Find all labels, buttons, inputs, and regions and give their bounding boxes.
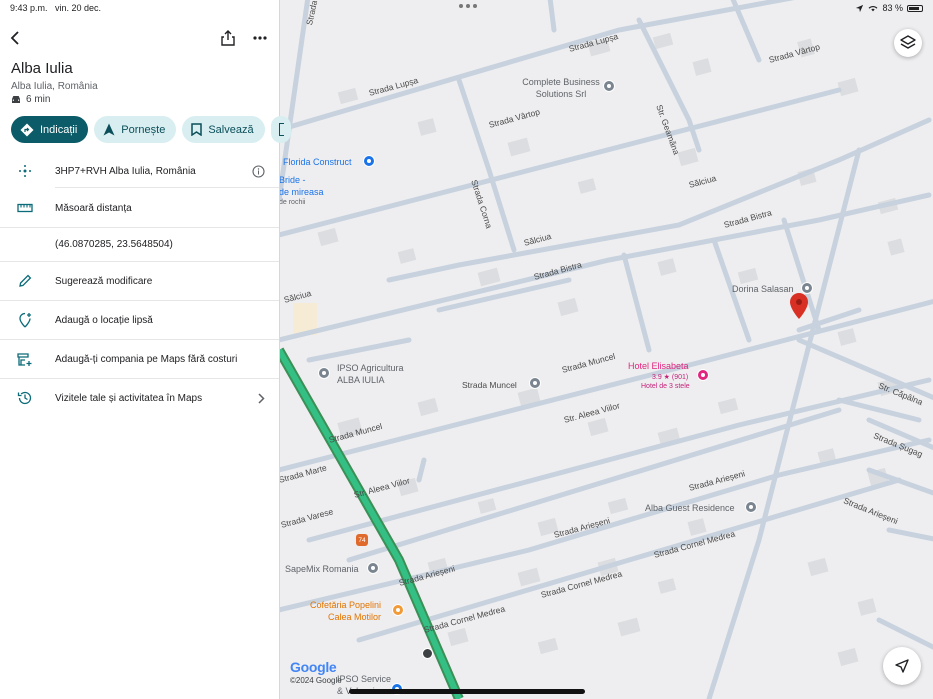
food-pin-icon[interactable]	[392, 604, 404, 616]
add-location-icon	[16, 311, 34, 329]
travel-time-value: 6 min	[26, 94, 51, 105]
hotel-class: Hotel de 3 stele	[641, 383, 690, 390]
shopping-pin-icon[interactable]	[363, 155, 375, 167]
selected-location-pin-icon[interactable]	[790, 293, 808, 319]
poi-label[interactable]: SapeMix Romania	[285, 564, 359, 574]
add-business-icon	[16, 350, 34, 368]
coordinates-label: (46.0870285, 23.5648504)	[55, 238, 173, 250]
visits-activity-label: Vizitele tale și activitatea în Maps	[55, 392, 203, 404]
status-date: vin. 20 dec.	[55, 3, 102, 13]
divider	[55, 187, 279, 188]
my-location-button[interactable]	[883, 647, 921, 685]
place-subtitle: Alba Iulia, România	[11, 81, 98, 92]
save-label: Salvează	[208, 123, 254, 136]
divider	[0, 339, 279, 340]
status-bar: 9:43 p.m. vin. 20 dec. 83 %	[0, 0, 933, 16]
chevron-right-icon	[258, 392, 265, 404]
add-business-label: Adaugă-ți compania pe Maps fără costuri	[55, 353, 238, 365]
divider	[0, 227, 279, 228]
poi-label[interactable]: Calea Motilor	[328, 612, 381, 622]
poi-label[interactable]: IPSO Agricultura	[337, 363, 404, 373]
route-number: 74	[358, 536, 366, 544]
bookmark-icon	[191, 123, 203, 136]
hotel-rating: 3.9 ★ (901)	[652, 374, 689, 381]
poi-label[interactable]: Florida Construct	[283, 157, 352, 167]
home-indicator[interactable]	[349, 689, 585, 694]
poi-label[interactable]: Cofetăria Popelini	[310, 600, 381, 610]
suggest-edit-label: Sugerează modificare	[55, 275, 153, 287]
plus-code-label: 3HP7+RVH Alba Iulia, România	[55, 165, 196, 177]
poi-label[interactable]: Alba Guest Residence	[645, 503, 735, 513]
pencil-icon	[16, 272, 34, 290]
info-icon[interactable]	[252, 164, 265, 178]
business-pin-icon[interactable]	[367, 562, 379, 574]
poi-label[interactable]: IPSO Service	[337, 674, 391, 684]
business-pin-icon[interactable]	[318, 367, 330, 379]
place-panel: Alba Iulia Alba Iulia, România 6 min Ind…	[0, 0, 291, 699]
poi-label[interactable]: ALBA IULIA	[337, 375, 385, 385]
poi-label[interactable]: Complete Business Solutions Srl	[516, 76, 606, 100]
directions-icon	[20, 123, 34, 136]
map-view[interactable]: Strada Lupșa Strada Lupșa Strada Vârtop …	[279, 0, 933, 699]
start-label: Pornește	[121, 123, 166, 136]
business-pin-icon[interactable]	[529, 377, 541, 389]
battery-percent: 83 %	[882, 3, 903, 13]
chip-icon-partial	[278, 123, 284, 136]
place-title: Alba Iulia	[11, 60, 73, 77]
measure-distance-label: Măsoară distanța	[55, 202, 132, 214]
poi-label[interactable]: de mireasa	[279, 187, 324, 197]
location-arrow-icon	[856, 4, 864, 12]
history-icon	[16, 389, 34, 407]
poi-label[interactable]: Hotel Elisabeta	[628, 361, 689, 371]
poi-label[interactable]: Bride -	[279, 175, 306, 185]
wifi-icon	[869, 6, 878, 12]
navigation-icon	[103, 123, 115, 136]
action-chips: Indicații Pornește Salvează	[11, 116, 291, 143]
more-horizontal-icon	[253, 36, 267, 40]
business-pin-icon[interactable]	[603, 80, 615, 92]
street-label: Strada Muncel	[462, 380, 517, 390]
directions-button[interactable]: Indicații	[11, 116, 89, 143]
more-options-button[interactable]	[250, 28, 270, 48]
poi-label[interactable]: Dorina Salasan	[732, 284, 794, 294]
hotel-pin-icon[interactable]	[697, 369, 709, 381]
car-icon	[12, 96, 20, 103]
plus-code-icon	[16, 162, 34, 180]
directions-label: Indicații	[40, 123, 78, 136]
multitasking-handle[interactable]	[459, 4, 477, 8]
bus-stop-icon[interactable]	[422, 648, 433, 659]
add-missing-place-row[interactable]: Adaugă o locație lipsă	[0, 309, 279, 331]
copyright: ©2024 Google	[290, 676, 342, 685]
poi-label[interactable]: de rochii	[279, 199, 305, 206]
back-button[interactable]	[6, 29, 24, 47]
share-button[interactable]	[218, 28, 238, 48]
navigation-arrow-icon	[895, 659, 909, 673]
start-button[interactable]: Pornește	[94, 116, 177, 143]
save-button[interactable]: Salvează	[182, 116, 265, 143]
battery-icon	[907, 4, 923, 12]
coordinates-row[interactable]: (46.0870285, 23.5648504)	[0, 233, 279, 255]
visits-activity-row[interactable]: Vizitele tale și activitatea în Maps	[0, 387, 279, 409]
google-logo: Google	[290, 659, 337, 675]
layers-button[interactable]	[894, 29, 922, 57]
status-time: 9:43 p.m.	[10, 3, 48, 13]
add-business-row[interactable]: Adaugă-ți compania pe Maps fără costuri	[0, 348, 279, 370]
plus-code-row[interactable]: 3HP7+RVH Alba Iulia, România	[0, 160, 279, 182]
layers-icon	[900, 35, 916, 49]
measure-distance-row[interactable]: Măsoară distanța	[0, 197, 279, 219]
divider	[0, 300, 279, 301]
more-actions-chip[interactable]	[270, 116, 291, 143]
divider	[0, 261, 279, 262]
business-pin-icon[interactable]	[745, 501, 757, 513]
divider	[0, 378, 279, 379]
route-shield: 74	[356, 534, 368, 546]
travel-time: 6 min	[11, 94, 50, 105]
map-canvas	[279, 0, 933, 699]
suggest-edit-row[interactable]: Sugerează modificare	[0, 270, 279, 292]
ruler-icon	[16, 199, 34, 217]
back-arrow-icon	[10, 31, 19, 45]
add-missing-place-label: Adaugă o locație lipsă	[55, 314, 153, 326]
share-icon	[221, 30, 235, 46]
